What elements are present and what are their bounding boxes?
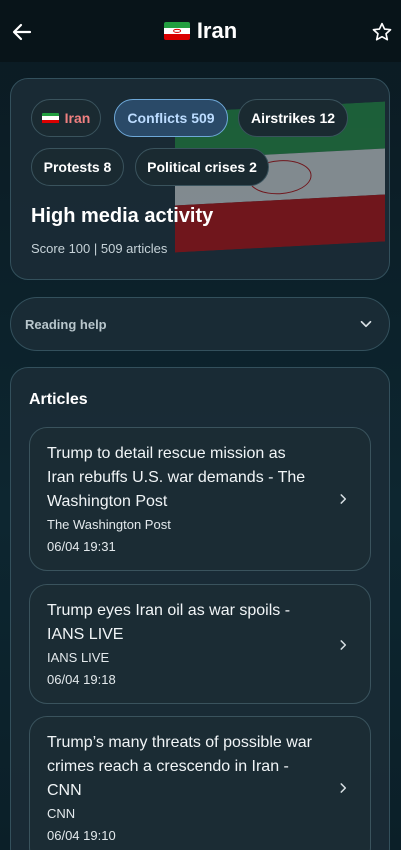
reading-help-label: Reading help <box>25 316 107 332</box>
chip-protests[interactable]: Protests 8 <box>31 148 124 186</box>
chip-label: Conflicts 509 <box>127 110 215 126</box>
star-outline-icon[interactable] <box>371 21 393 43</box>
iran-flag-icon <box>41 112 59 124</box>
chip-label: Political crises 2 <box>147 159 257 175</box>
arrow-left-icon[interactable] <box>10 20 34 44</box>
articles-card: Articles Trump to detail rescue mission … <box>10 367 390 850</box>
article-headline: Trump’s many threats of possible war cri… <box>47 734 312 799</box>
chip-airstrikes[interactable]: Airstrikes 12 <box>238 99 348 137</box>
activity-title: High media activity <box>31 205 214 227</box>
chip-label: Airstrikes 12 <box>250 110 336 126</box>
page-title-group: Iran <box>163 18 238 44</box>
article-date: 06/04 19:31 <box>47 539 116 554</box>
score-line: Score 100 | 509 articles <box>31 241 168 256</box>
chip-political-crises[interactable]: Political crises 2 <box>135 148 269 186</box>
article-source: The Washington Post <box>47 517 171 532</box>
chevron-down-icon <box>360 320 372 328</box>
reading-help-expander[interactable]: Reading help <box>10 297 390 351</box>
article-date: 06/04 19:10 <box>47 828 116 843</box>
articles-title: Articles <box>29 391 88 408</box>
chip-label: Iran <box>64 110 91 126</box>
chip-conflicts[interactable]: Conflicts 509 <box>114 99 228 137</box>
iran-flag-icon <box>163 22 190 40</box>
chip-label: Protests 8 <box>43 159 112 175</box>
article-date: 06/04 19:18 <box>47 672 116 687</box>
page-title: Iran <box>196 18 238 43</box>
chip-country-iran[interactable]: Iran <box>31 99 101 137</box>
summary-card: Iran Conflicts 509 Airstrikes 12 Protest… <box>10 78 390 280</box>
chevron-right-icon <box>340 494 347 504</box>
article-headline: Trump eyes Iran oil as war spoils - IANS… <box>47 602 291 643</box>
article-source: IANS LIVE <box>47 650 110 665</box>
article-item[interactable]: Trump to detail rescue mission as Iran r… <box>29 427 371 571</box>
article-item[interactable]: Trump’s many threats of possible war cri… <box>29 716 371 850</box>
article-item[interactable]: Trump eyes Iran oil as war spoils - IANS… <box>29 584 371 704</box>
article-source: CNN <box>47 806 76 821</box>
article-headline: Trump to detail rescue mission as Iran r… <box>47 445 306 510</box>
chevron-right-icon <box>340 640 347 650</box>
top-app-bar: Iran <box>0 0 401 62</box>
chevron-right-icon <box>340 783 347 793</box>
